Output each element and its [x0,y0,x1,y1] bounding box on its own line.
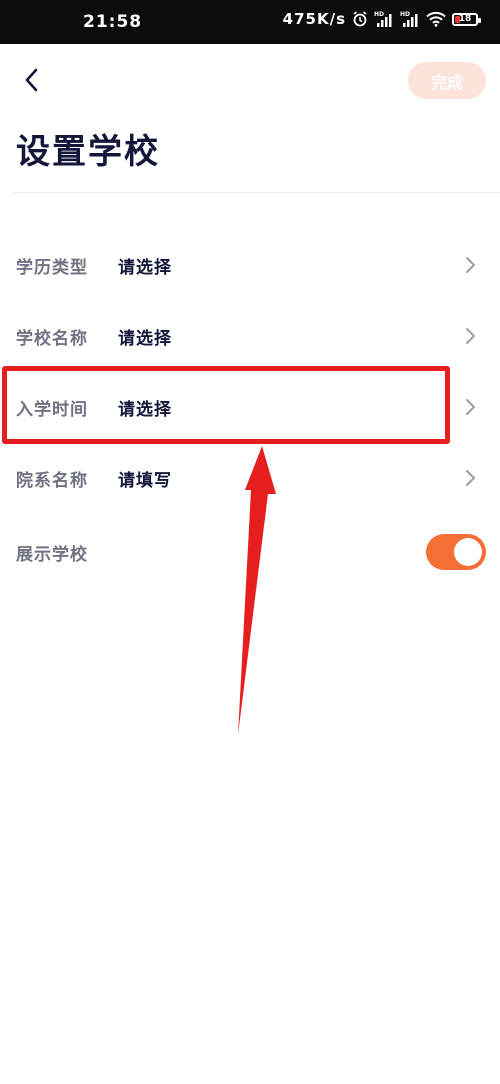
status-bar: 21:58 475K/s HD HD 18 [0,0,500,44]
row-enrollment-time[interactable]: 入学时间 请选择 [0,382,500,432]
row-value: 请选择 [118,257,172,278]
row-label: 学历类型 [16,257,88,278]
row-value: 请选择 [118,399,172,420]
page-title: 设置学校 [16,132,160,172]
chevron-left-icon [24,68,40,96]
wifi-icon [426,11,446,27]
done-button[interactable]: 完成 [408,62,486,99]
row-show-school: 展示学校 [0,527,500,577]
alarm-icon [352,11,368,27]
divider [14,192,500,193]
row-label: 展示学校 [16,544,88,565]
row-education-type[interactable]: 学历类型 请选择 [0,240,500,290]
battery-level: 18 [458,14,472,24]
back-button[interactable] [14,64,50,100]
svg-text:HD: HD [374,11,384,18]
row-school-name[interactable]: 学校名称 请选择 [0,311,500,361]
hd-signal-icon: HD [400,10,420,28]
battery-icon: 18 [452,12,481,26]
chevron-right-icon [463,468,477,488]
show-school-toggle[interactable] [426,534,486,570]
row-label: 学校名称 [16,328,88,349]
chevron-right-icon [463,255,477,275]
status-time: 21:58 [83,12,143,32]
chevron-right-icon [463,397,477,417]
toggle-knob [454,538,482,566]
status-right: 475K/s HD HD 18 [282,10,481,28]
row-label: 院系名称 [16,470,88,491]
chevron-right-icon [463,326,477,346]
row-label: 入学时间 [16,399,88,420]
hd-signal-icon: HD [374,10,394,28]
row-department-name[interactable]: 院系名称 请填写 [0,453,500,503]
network-speed: 475K/s [282,10,346,28]
row-value: 请填写 [118,470,172,491]
row-value: 请选择 [118,328,172,349]
svg-text:HD: HD [400,11,410,18]
